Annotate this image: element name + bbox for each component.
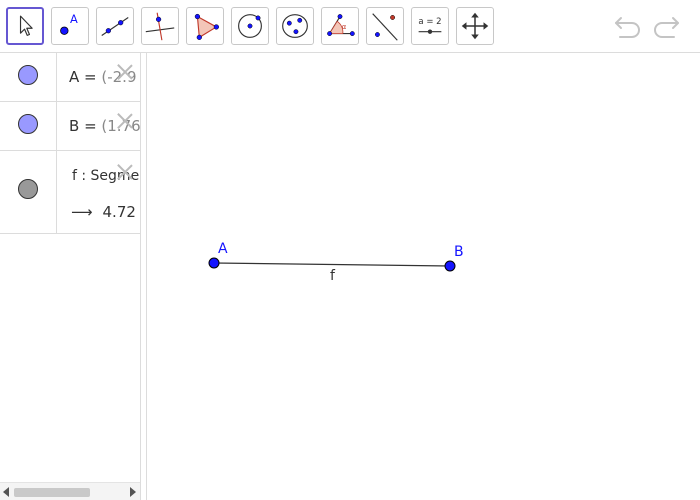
point-a-name: A xyxy=(69,68,80,86)
angle-tool-label: α xyxy=(342,23,347,31)
equals-sign: = xyxy=(79,117,102,135)
circle-center-point-icon xyxy=(238,14,262,38)
visibility-toggle-marble[interactable] xyxy=(18,114,38,134)
circle-center-point-tool-button[interactable] xyxy=(231,7,269,45)
horizontal-scrollbar[interactable] xyxy=(0,482,140,500)
point-b-label: B xyxy=(454,244,464,260)
algebra-row-segment-f[interactable]: f : Segme ⟶ 4.72 xyxy=(0,151,140,234)
algebra-row-point-a[interactable]: A = (-2.9 xyxy=(0,53,140,102)
point-a[interactable] xyxy=(208,257,220,269)
visibility-toggle-marble[interactable] xyxy=(18,65,38,85)
slider-tool-label: a = 2 xyxy=(418,17,441,27)
point-b[interactable] xyxy=(444,260,456,272)
marble-column xyxy=(0,53,57,101)
move-graphics-view-tool-button[interactable] xyxy=(456,7,494,45)
segment-length: 4.72 xyxy=(102,203,136,221)
output-arrow-icon: ⟶ xyxy=(71,203,93,221)
circle-three-points-icon xyxy=(282,14,308,38)
equals-sign: = xyxy=(79,68,102,86)
circle-three-points-tool-button[interactable] xyxy=(276,7,314,45)
angle-tool-button[interactable]: α xyxy=(321,7,359,45)
polygon-tool-button[interactable] xyxy=(186,7,224,45)
polygon-icon xyxy=(194,13,219,40)
move-tool-button[interactable] xyxy=(6,7,44,45)
reflect-about-line-tool-button[interactable] xyxy=(366,7,404,45)
slider-tool-button[interactable]: a = 2 xyxy=(411,7,449,45)
perpendicular-line-tool-button[interactable] xyxy=(141,7,179,45)
scroll-right-icon[interactable] xyxy=(130,487,136,497)
toolbar: A α a = 2 xyxy=(0,0,700,53)
scrollbar-thumb[interactable] xyxy=(14,488,90,497)
cursor-arrow-icon xyxy=(19,15,33,36)
reflect-about-line-icon xyxy=(372,13,398,41)
point-b-name: B xyxy=(69,117,80,135)
graphics-view[interactable]: f A B xyxy=(147,53,700,500)
perpendicular-line-icon xyxy=(145,12,175,41)
point-icon: A xyxy=(60,12,78,35)
marble-column xyxy=(0,151,57,233)
delete-row-icon[interactable] xyxy=(116,163,134,181)
delete-row-icon[interactable] xyxy=(116,112,134,130)
graphics-canvas[interactable]: f A B xyxy=(147,53,700,500)
delete-row-icon[interactable] xyxy=(116,63,134,81)
point-a-label: A xyxy=(218,241,228,257)
algebra-row-point-b[interactable]: B = (1.76 xyxy=(0,102,140,151)
undo-icon xyxy=(615,17,640,38)
segment-f[interactable] xyxy=(213,262,451,267)
redo-icon xyxy=(654,17,679,38)
point-tool-button[interactable]: A xyxy=(51,7,89,45)
scroll-left-icon[interactable] xyxy=(3,487,9,497)
segment-f-label: f xyxy=(330,268,336,284)
visibility-toggle-marble[interactable] xyxy=(18,179,38,199)
angle-icon: α xyxy=(327,14,355,36)
point-tool-label: A xyxy=(70,12,78,26)
marble-column xyxy=(0,102,57,150)
move-arrows-icon xyxy=(461,12,489,40)
line-icon xyxy=(101,17,129,36)
algebra-view: A = (-2.9 B = (1.76 f : Segme ⟶ 4.72 xyxy=(0,53,141,500)
slider-icon: a = 2 xyxy=(418,17,442,34)
redo-button[interactable] xyxy=(650,12,682,40)
line-tool-button[interactable] xyxy=(96,7,134,45)
segment-f-value: ⟶ 4.72 xyxy=(71,203,136,221)
undo-button[interactable] xyxy=(612,12,644,40)
